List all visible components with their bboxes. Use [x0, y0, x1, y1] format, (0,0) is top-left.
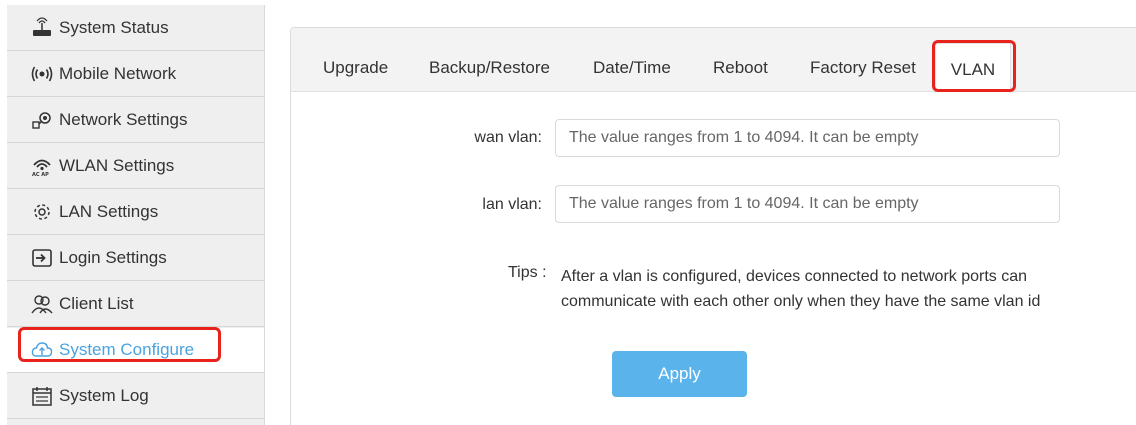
tab-vlan[interactable]: VLAN [935, 43, 1011, 93]
sidebar-item-label: LAN Settings [59, 202, 159, 221]
tab-backup-restore[interactable]: Backup/Restore [429, 58, 550, 78]
sidebar-item-label: System Configure [59, 340, 195, 359]
sidebar-item-network-settings[interactable]: Network Settings [7, 98, 264, 143]
sidebar-divider [264, 5, 265, 425]
tab-upgrade[interactable]: Upgrade [323, 58, 388, 78]
sidebar-item-lan-settings[interactable]: LAN Settings [7, 190, 264, 235]
wan-vlan-input[interactable] [555, 119, 1060, 157]
sidebar-item-label: System Log [59, 386, 149, 405]
calendar-icon [31, 385, 53, 407]
sidebar-item-system-configure[interactable]: System Configure [7, 328, 264, 373]
router-icon [31, 16, 53, 39]
sidebar-item-label: Network Settings [59, 110, 188, 129]
tab-date-time[interactable]: Date/Time [593, 58, 671, 78]
sidebar-item-system-log[interactable]: System Log [7, 374, 264, 419]
gear-icon [31, 201, 53, 223]
sidebar-item-system-status[interactable]: System Status [7, 5, 264, 51]
tab-factory-reset[interactable]: Factory Reset [810, 58, 916, 78]
svg-text:AC AP: AC AP [32, 172, 49, 177]
wan-vlan-label: wan vlan: [474, 129, 542, 146]
lan-vlan-label: lan vlan: [482, 196, 542, 213]
tab-reboot[interactable]: Reboot [713, 58, 768, 78]
sidebar-item-label: System Status [59, 17, 169, 37]
sidebar-item-wlan-settings[interactable]: AC AP WLAN Settings [7, 144, 264, 189]
signal-icon [31, 63, 53, 85]
cloud-upload-icon [31, 339, 53, 361]
sidebar-item-label: Client List [59, 294, 134, 313]
sidebar-item-label: Mobile Network [59, 64, 177, 83]
sidebar-item-client-list[interactable]: Client List [7, 282, 264, 327]
sidebar-item-mobile-network[interactable]: Mobile Network [7, 52, 264, 97]
tab-bar: Upgrade Backup/Restore Date/Time Reboot … [291, 28, 1136, 93]
sidebar-item-login-settings[interactable]: Login Settings [7, 236, 264, 281]
network-icon [31, 109, 53, 131]
users-icon [31, 293, 53, 315]
tips-label: Tips : [508, 264, 547, 281]
tips-text: After a vlan is configured, devices conn… [561, 268, 1041, 310]
lan-vlan-input[interactable] [555, 185, 1060, 223]
sidebar: System Status Mobile Network Network Set… [7, 5, 264, 425]
apply-button[interactable]: Apply [612, 351, 747, 397]
wifi-icon: AC AP [31, 155, 53, 177]
sidebar-item-label: WLAN Settings [59, 156, 175, 175]
sidebar-item-label: Login Settings [59, 248, 167, 267]
login-icon [31, 247, 53, 269]
